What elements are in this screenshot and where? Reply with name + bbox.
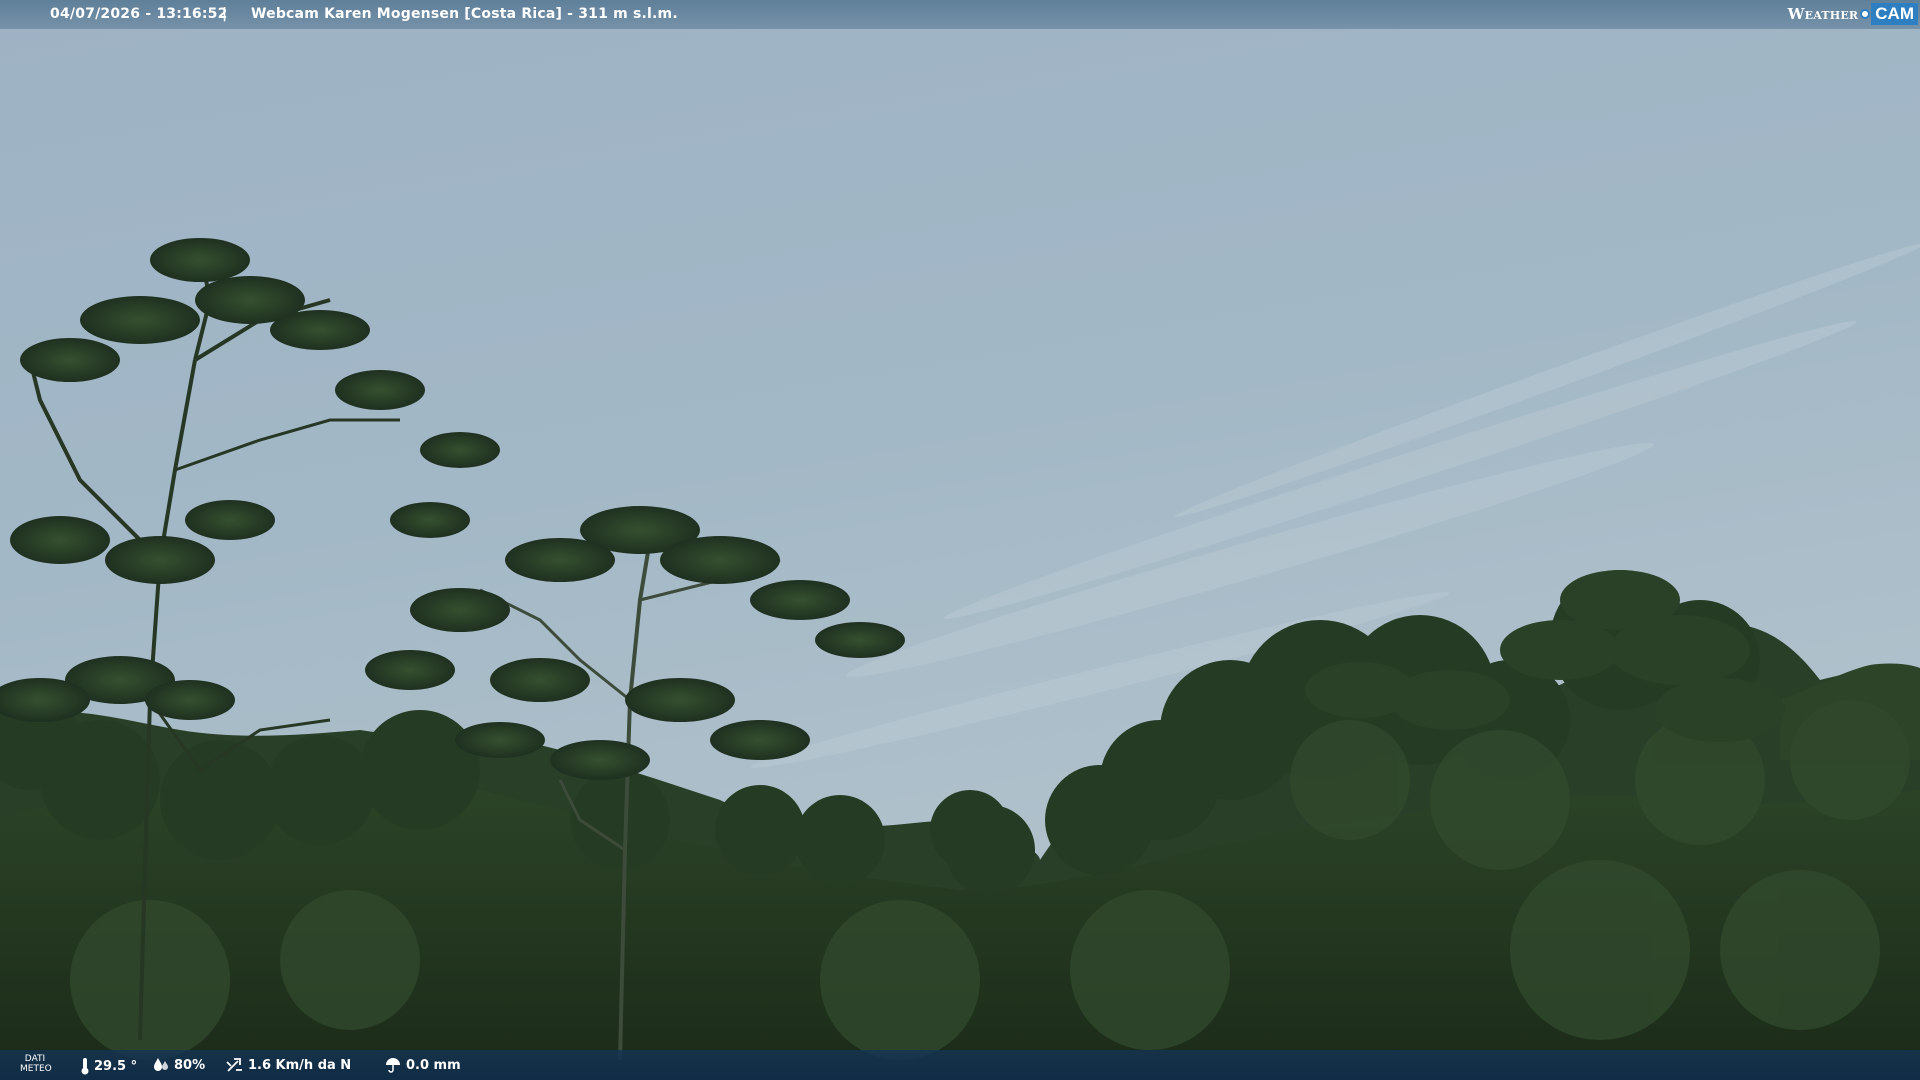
humidity-value: 80% <box>174 1057 206 1073</box>
humidity-reading: 80% <box>152 1057 205 1073</box>
thermometer-icon <box>81 1058 89 1075</box>
weathercam-logo[interactable]: Weather CAM <box>1788 2 1918 26</box>
wind-reading: 1.6 Km/h da N <box>226 1057 351 1073</box>
logo-cam-text: CAM <box>1871 3 1918 25</box>
rain-icon <box>386 1058 400 1073</box>
label-line1: DATI <box>24 1054 46 1064</box>
weather-data-label: DATI METEO <box>20 1054 52 1074</box>
weather-data-bar: DATI METEO 29.5 ° 80% 1.6 Km/h da N 0.0 … <box>0 1050 1920 1080</box>
webcam-title: Webcam Karen Mogensen [Costa Rica] - 311… <box>251 6 678 22</box>
header-bar: 04/07/2026 - 13:16:52 | Webcam Karen Mog… <box>0 0 1920 29</box>
temperature-reading: 29.5 ° <box>80 1057 137 1075</box>
separator: | <box>222 6 228 22</box>
logo-dot-icon <box>1860 9 1871 19</box>
logo-weather-text: Weather <box>1787 5 1859 23</box>
wind-icon <box>226 1058 242 1072</box>
datetime: 04/07/2026 - 13:16:52 <box>50 6 228 22</box>
label-line2: METEO <box>20 1064 52 1074</box>
webcam-scene <box>0 0 1920 1080</box>
wind-value: 1.6 Km/h da N <box>248 1057 352 1073</box>
rain-value: 0.0 mm <box>406 1057 461 1073</box>
rain-reading: 0.0 mm <box>384 1057 461 1073</box>
humidity-icon <box>154 1058 168 1071</box>
temperature-value: 29.5 ° <box>94 1058 138 1074</box>
